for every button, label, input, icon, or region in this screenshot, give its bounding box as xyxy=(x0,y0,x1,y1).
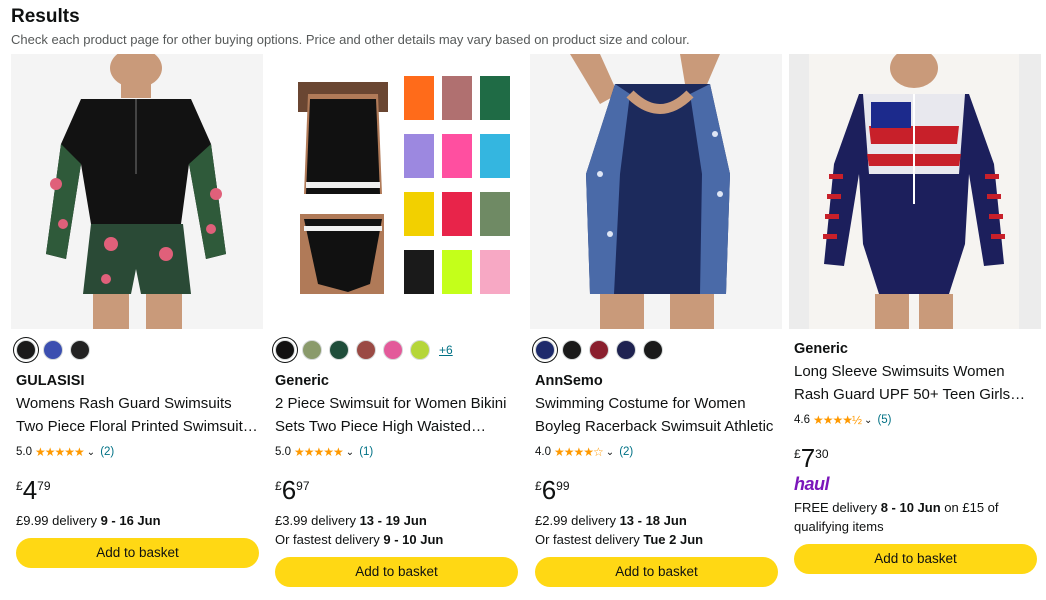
review-count-link[interactable]: (1) xyxy=(359,446,373,458)
chevron-down-icon[interactable]: ⌄ xyxy=(87,447,95,458)
results-header: Results Check each product page for othe… xyxy=(11,6,690,48)
product-card: Generic Long Sleeve Swimsuits Women Rash… xyxy=(789,54,1041,600)
delivery-cost: £2.99 delivery xyxy=(535,513,620,528)
more-colors-link[interactable]: +6 xyxy=(439,343,453,357)
color-swatch[interactable] xyxy=(535,340,555,360)
product-title[interactable]: Swimming Costume for Women Boyleg Racerb… xyxy=(535,392,779,438)
product-price: £ 4 79 xyxy=(16,476,51,504)
color-swatch[interactable] xyxy=(275,340,295,360)
delivery-dates: 13 - 19 Jun xyxy=(359,513,427,528)
price-symbol: £ xyxy=(535,479,542,493)
results-title: Results xyxy=(11,6,80,27)
product-image[interactable] xyxy=(270,54,522,329)
add-to-basket-button[interactable]: Add to basket xyxy=(535,557,778,587)
product-brand: Generic xyxy=(794,341,848,357)
chevron-down-icon[interactable]: ⌄ xyxy=(346,447,354,458)
product-rating[interactable]: 4.6 ★★★★½ ⌄ (5) xyxy=(794,413,892,427)
delivery-info: £3.99 delivery 13 - 19 Jun Or fastest de… xyxy=(275,511,519,549)
price-fraction: 99 xyxy=(556,479,570,493)
product-image[interactable] xyxy=(530,54,782,329)
rating-value: 4.6 xyxy=(794,414,810,426)
review-count-link[interactable]: (2) xyxy=(619,446,633,458)
color-swatch[interactable] xyxy=(643,340,663,360)
product-price: £ 6 99 xyxy=(535,476,570,504)
delivery-info: £2.99 delivery 13 - 18 Jun Or fastest de… xyxy=(535,511,779,549)
price-symbol: £ xyxy=(275,479,282,493)
fastest-delivery-dates: Tue 2 Jun xyxy=(643,532,704,547)
chevron-down-icon[interactable]: ⌄ xyxy=(864,415,872,426)
color-swatch[interactable] xyxy=(16,340,36,360)
product-image[interactable] xyxy=(789,54,1041,329)
price-symbol: £ xyxy=(794,447,801,461)
price-fraction: 79 xyxy=(37,479,51,493)
product-brand: AnnSemo xyxy=(535,373,603,389)
color-swatch[interactable] xyxy=(616,340,636,360)
product-title[interactable]: 2 Piece Swimsuit for Women Bikini Sets T… xyxy=(275,392,519,438)
price-whole: 6 xyxy=(541,475,557,505)
product-price: £ 6 97 xyxy=(275,476,310,504)
color-swatch[interactable] xyxy=(70,340,90,360)
delivery-dates: 13 - 18 Jun xyxy=(619,513,687,528)
star-rating-icon: ★★★★★ xyxy=(35,445,85,459)
color-swatch[interactable] xyxy=(410,340,430,360)
fastest-delivery-label: Or fastest delivery xyxy=(535,532,644,547)
star-rating-icon: ★★★★½ xyxy=(813,413,862,427)
price-whole: 6 xyxy=(281,475,297,505)
color-swatch[interactable] xyxy=(302,340,322,360)
product-title[interactable]: Long Sleeve Swimsuits Women Rash Guard U… xyxy=(794,360,1038,406)
color-swatches xyxy=(535,340,663,360)
star-rating-icon: ★★★★☆ xyxy=(554,445,604,459)
add-to-basket-button[interactable]: Add to basket xyxy=(794,544,1037,574)
add-to-basket-button[interactable]: Add to basket xyxy=(16,538,259,568)
product-rating[interactable]: 5.0 ★★★★★ ⌄ (2) xyxy=(16,445,114,459)
color-swatch[interactable] xyxy=(562,340,582,360)
product-brand: Generic xyxy=(275,373,329,389)
price-fraction: 97 xyxy=(296,479,310,493)
rating-value: 4.0 xyxy=(535,446,551,458)
color-swatches: +6 xyxy=(275,340,453,360)
delivery-dates: 9 - 16 Jun xyxy=(100,513,161,528)
product-brand: GULASISI xyxy=(16,373,85,389)
product-card: GULASISI Womens Rash Guard Swimsuits Two… xyxy=(11,54,263,600)
price-symbol: £ xyxy=(16,479,23,493)
product-title[interactable]: Womens Rash Guard Swimsuits Two Piece Fl… xyxy=(16,392,260,438)
rating-value: 5.0 xyxy=(16,446,32,458)
delivery-cost: £3.99 delivery xyxy=(275,513,360,528)
star-rating-icon: ★★★★★ xyxy=(294,445,344,459)
product-rating[interactable]: 4.0 ★★★★☆ ⌄ (2) xyxy=(535,445,633,459)
price-whole: 7 xyxy=(800,443,816,473)
review-count-link[interactable]: (2) xyxy=(100,446,114,458)
product-price: £ 7 30 xyxy=(794,444,829,472)
color-swatch[interactable] xyxy=(383,340,403,360)
price-whole: 4 xyxy=(22,475,38,505)
delivery-cost: FREE delivery xyxy=(794,500,881,515)
haul-logo: haul xyxy=(794,474,830,494)
review-count-link[interactable]: (5) xyxy=(877,414,891,426)
color-swatch[interactable] xyxy=(329,340,349,360)
product-image[interactable] xyxy=(11,54,263,329)
fastest-delivery-label: Or fastest delivery xyxy=(275,532,384,547)
product-card: +6 Generic 2 Piece Swimsuit for Women Bi… xyxy=(270,54,522,600)
chevron-down-icon[interactable]: ⌄ xyxy=(606,447,614,458)
add-to-basket-button[interactable]: Add to basket xyxy=(275,557,518,587)
color-swatch[interactable] xyxy=(43,340,63,360)
delivery-dates: 8 - 10 Jun xyxy=(880,500,941,515)
results-subtitle: Check each product page for other buying… xyxy=(11,32,690,47)
delivery-info: £9.99 delivery 9 - 16 Jun xyxy=(16,511,260,530)
delivery-cost: £9.99 delivery xyxy=(16,513,101,528)
fastest-delivery-dates: 9 - 10 Jun xyxy=(383,532,444,547)
delivery-info: FREE delivery 8 - 10 Jun on £15 of quali… xyxy=(794,498,1038,536)
color-swatch[interactable] xyxy=(589,340,609,360)
color-swatches xyxy=(16,340,90,360)
color-swatch[interactable] xyxy=(356,340,376,360)
price-fraction: 30 xyxy=(815,447,829,461)
product-card: AnnSemo Swimming Costume for Women Boyle… xyxy=(530,54,782,600)
rating-value: 5.0 xyxy=(275,446,291,458)
product-rating[interactable]: 5.0 ★★★★★ ⌄ (1) xyxy=(275,445,373,459)
